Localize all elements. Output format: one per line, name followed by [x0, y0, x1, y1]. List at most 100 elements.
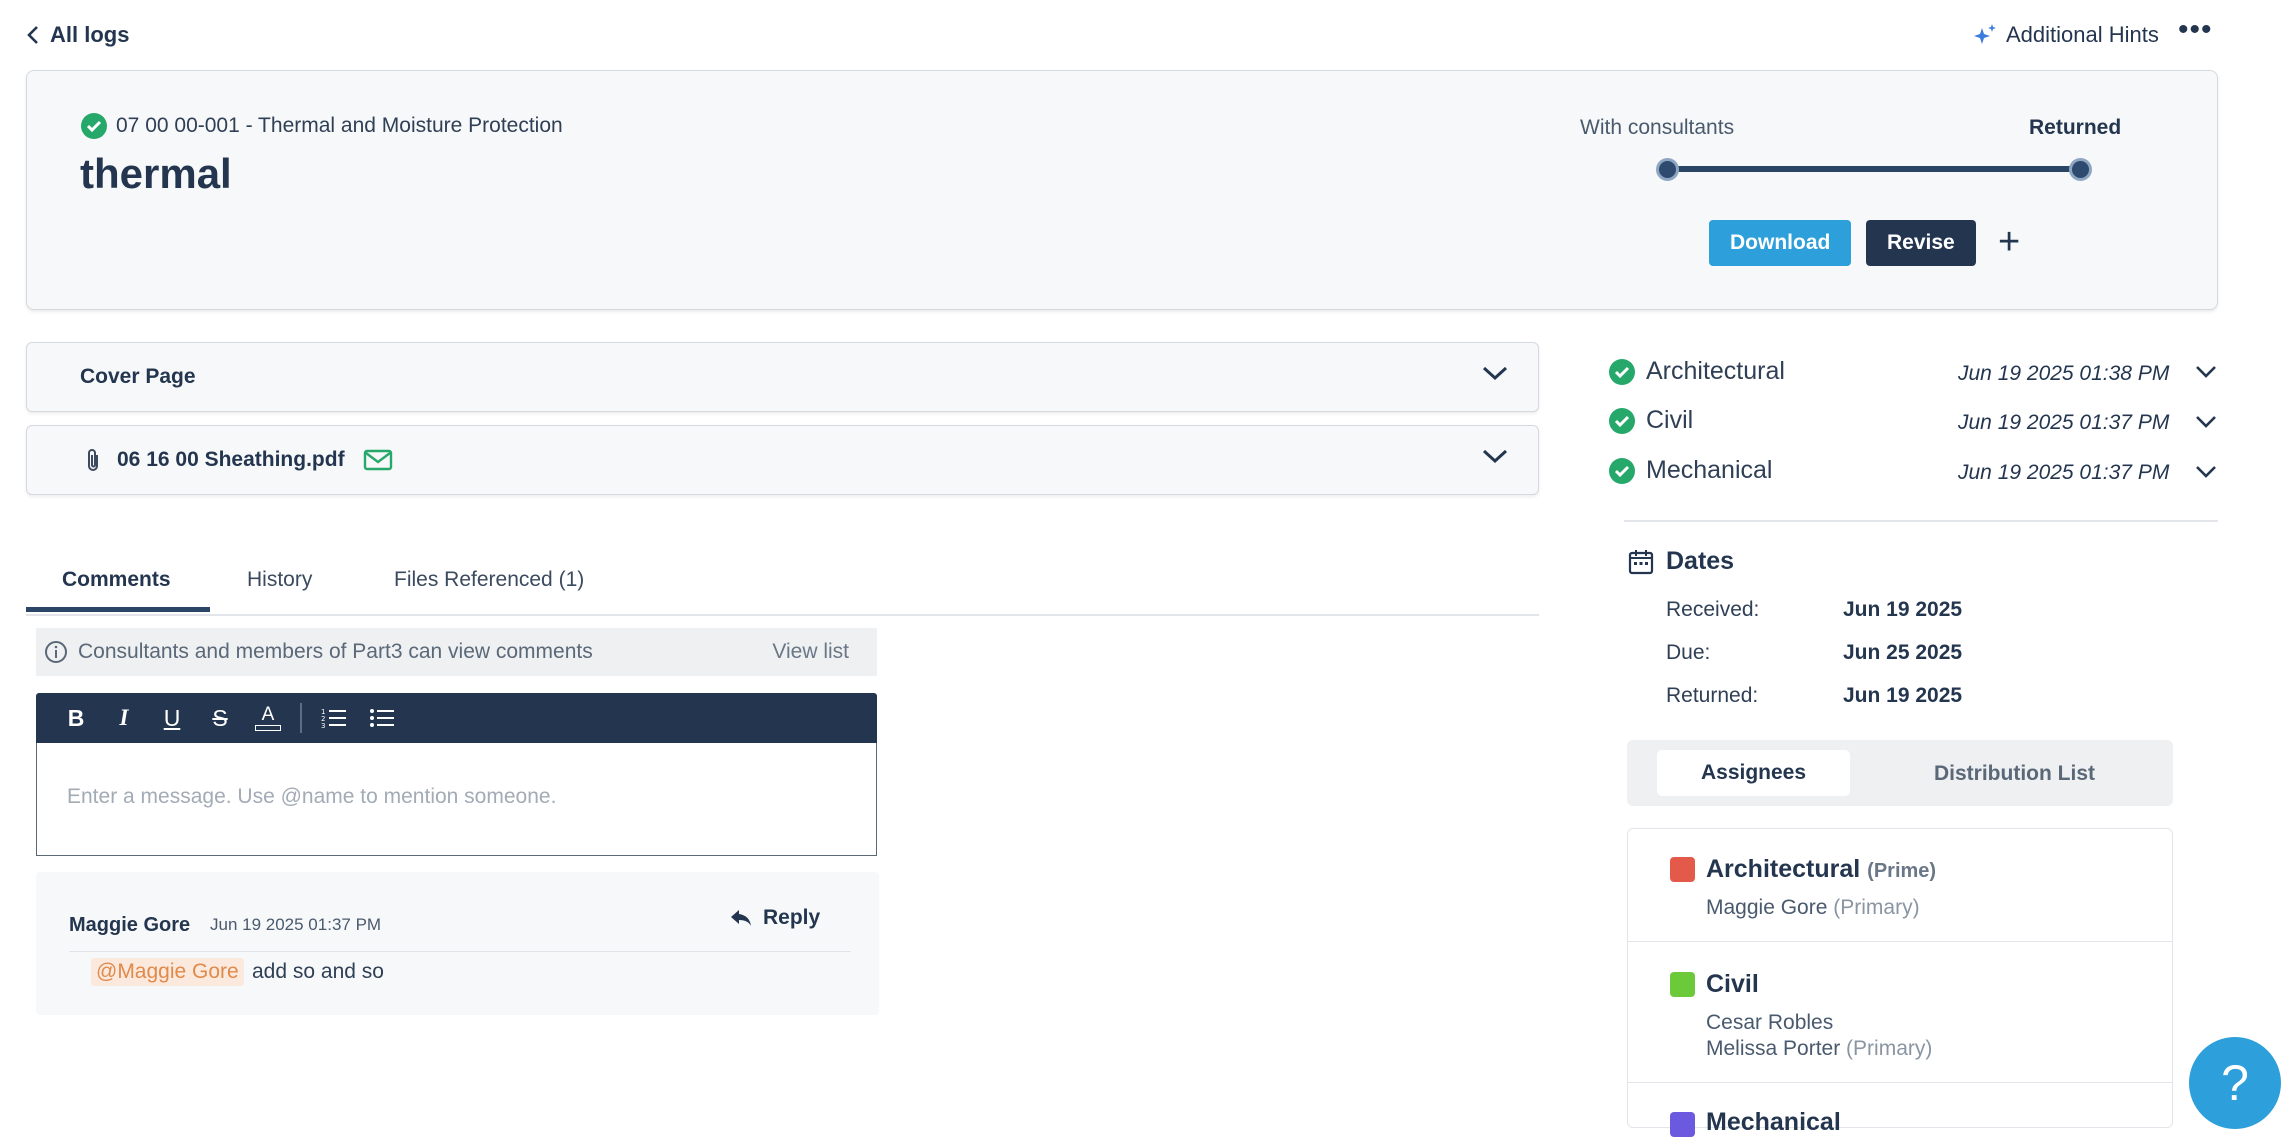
attachment-file-name: 06 16 00 Sheathing.pdf [117, 448, 345, 471]
comment-timestamp: Jun 19 2025 01:37 PM [210, 915, 382, 934]
review-row-architectural: Architectural [1608, 357, 1785, 386]
text-color-letter: A [261, 704, 275, 725]
help-button[interactable]: ? [2189, 1037, 2281, 1129]
bullet-list-icon[interactable] [358, 693, 406, 743]
assignee-divider [1628, 941, 2172, 942]
underline-button[interactable]: U [148, 693, 196, 743]
sparkle-icon [1972, 22, 1998, 48]
page-title: thermal [80, 150, 232, 197]
tab-history[interactable]: History [247, 568, 312, 592]
assignee-person: Melissa Porter (Primary) [1706, 1037, 1932, 1061]
bold-button[interactable]: B [52, 693, 100, 743]
assignee-person-name: Melissa Porter [1706, 1037, 1841, 1060]
assignee-person-name: Maggie Gore [1706, 896, 1828, 919]
email-icon[interactable] [363, 448, 393, 472]
revise-button[interactable]: Revise [1866, 220, 1976, 266]
due-date: Jun 25 2025 [1843, 641, 1963, 664]
review-date: Jun 19 2025 01:38 PM [1958, 362, 2170, 385]
review-discipline: Mechanical [1646, 456, 1773, 484]
tab-distribution-list[interactable]: Distribution List [1934, 762, 2095, 786]
assignee-group-name: Architectural (Prime) [1706, 855, 1936, 884]
step-returned-label: Returned [2029, 116, 2122, 139]
chevron-down-icon[interactable] [2194, 464, 2218, 480]
step-with-consultants-label: With consultants [1580, 116, 1735, 139]
paperclip-icon [83, 447, 103, 473]
returned-date: Jun 19 2025 [1843, 684, 1963, 707]
download-button[interactable]: Download [1709, 220, 1852, 266]
assignee-divider [1628, 1082, 2172, 1083]
comment-item [36, 872, 879, 1015]
back-link-label: All logs [50, 22, 130, 47]
tab-assignees[interactable]: Assignees [1657, 750, 1850, 796]
dates-heading-label: Dates [1666, 547, 1735, 575]
reply-arrow-icon [729, 908, 753, 928]
assignee-person: Maggie Gore (Primary) [1706, 896, 1920, 920]
text-color-button[interactable]: A [244, 693, 292, 743]
assignee-person: Cesar Robles [1706, 1011, 1833, 1035]
info-icon [44, 640, 68, 664]
chevron-left-icon [26, 25, 40, 45]
view-list-link[interactable]: View list [772, 640, 849, 664]
attachment-accordion[interactable]: 06 16 00 Sheathing.pdf [26, 425, 1539, 495]
reply-label: Reply [763, 906, 821, 929]
assignee-group-label: Architectural [1706, 855, 1861, 883]
cover-page-accordion[interactable]: Cover Page [26, 342, 1539, 412]
assignee-group-name: Civil [1706, 970, 1759, 998]
more-options-icon[interactable]: ••• [2178, 15, 2213, 45]
back-to-all-logs-link[interactable]: All logs [26, 22, 129, 48]
chevron-down-icon[interactable] [2194, 414, 2218, 430]
comment-message-input[interactable]: Enter a message. Use @name to mention so… [36, 743, 877, 856]
tab-files-referenced[interactable]: Files Referenced (1) [394, 568, 584, 592]
submittal-header-card [26, 70, 2218, 310]
strikethrough-button[interactable]: S [196, 693, 244, 743]
discipline-color-swatch [1670, 857, 1695, 882]
additional-hints-button[interactable]: Additional Hints [1972, 22, 2159, 48]
cover-page-label: Cover Page [80, 365, 196, 388]
review-row-mechanical: Mechanical [1608, 456, 1772, 485]
tab-comments[interactable]: Comments [62, 568, 171, 592]
comment-body: add so and so [252, 960, 384, 983]
review-date: Jun 19 2025 01:37 PM [1958, 411, 2170, 434]
svg-text:3: 3 [321, 722, 325, 729]
editor-toolbar: B I U S A 123 [36, 693, 877, 743]
comment-author: Maggie Gore [69, 914, 191, 936]
review-discipline: Civil [1646, 406, 1694, 434]
assignee-person-name: Cesar Robles [1706, 1011, 1834, 1034]
add-icon[interactable]: + [1998, 222, 2020, 262]
toolbar-separator [300, 703, 302, 733]
spec-section-label: 07 00 00-001 - Thermal and Moisture Prot… [116, 114, 563, 137]
returned-label: Returned: [1666, 684, 1759, 707]
check-circle-icon [80, 112, 108, 140]
status-step-dot [2069, 158, 2092, 181]
user-mention[interactable]: @Maggie Gore [91, 958, 244, 986]
visibility-notice-text: Consultants and members of Part3 can vie… [78, 640, 593, 663]
discipline-color-swatch [1670, 972, 1695, 997]
italic-button[interactable]: I [100, 693, 148, 743]
status-step-dot [1656, 158, 1679, 181]
section-divider [1624, 520, 2218, 522]
comment-divider [69, 951, 851, 952]
check-circle-icon [1608, 358, 1636, 386]
comments-visibility-notice: Consultants and members of Part3 can vie… [36, 628, 877, 676]
discipline-color-swatch [1670, 1112, 1695, 1137]
active-tab-indicator [26, 607, 210, 612]
review-date: Jun 19 2025 01:37 PM [1958, 461, 2170, 484]
assignee-group-tag: (Prime) [1867, 860, 1937, 882]
spec-section: 07 00 00-001 - Thermal and Moisture Prot… [80, 112, 563, 140]
due-label: Due: [1666, 641, 1711, 664]
reply-button[interactable]: Reply [729, 906, 820, 930]
status-progress-track [1668, 166, 2080, 172]
check-circle-icon [1608, 407, 1636, 435]
assignee-person-role: (Primary) [1833, 896, 1920, 919]
review-row-civil: Civil [1608, 406, 1693, 435]
received-date: Jun 19 2025 [1843, 598, 1963, 621]
chevron-down-icon[interactable] [2194, 364, 2218, 380]
received-label: Received: [1666, 598, 1760, 621]
chevron-down-icon [1482, 365, 1508, 381]
review-discipline: Architectural [1646, 357, 1785, 385]
additional-hints-label: Additional Hints [2006, 22, 2159, 47]
chevron-down-icon [1482, 448, 1508, 464]
text-color-swatch [255, 725, 281, 731]
ordered-list-icon[interactable]: 123 [310, 693, 358, 743]
dates-section-heading: Dates [1628, 547, 1734, 576]
